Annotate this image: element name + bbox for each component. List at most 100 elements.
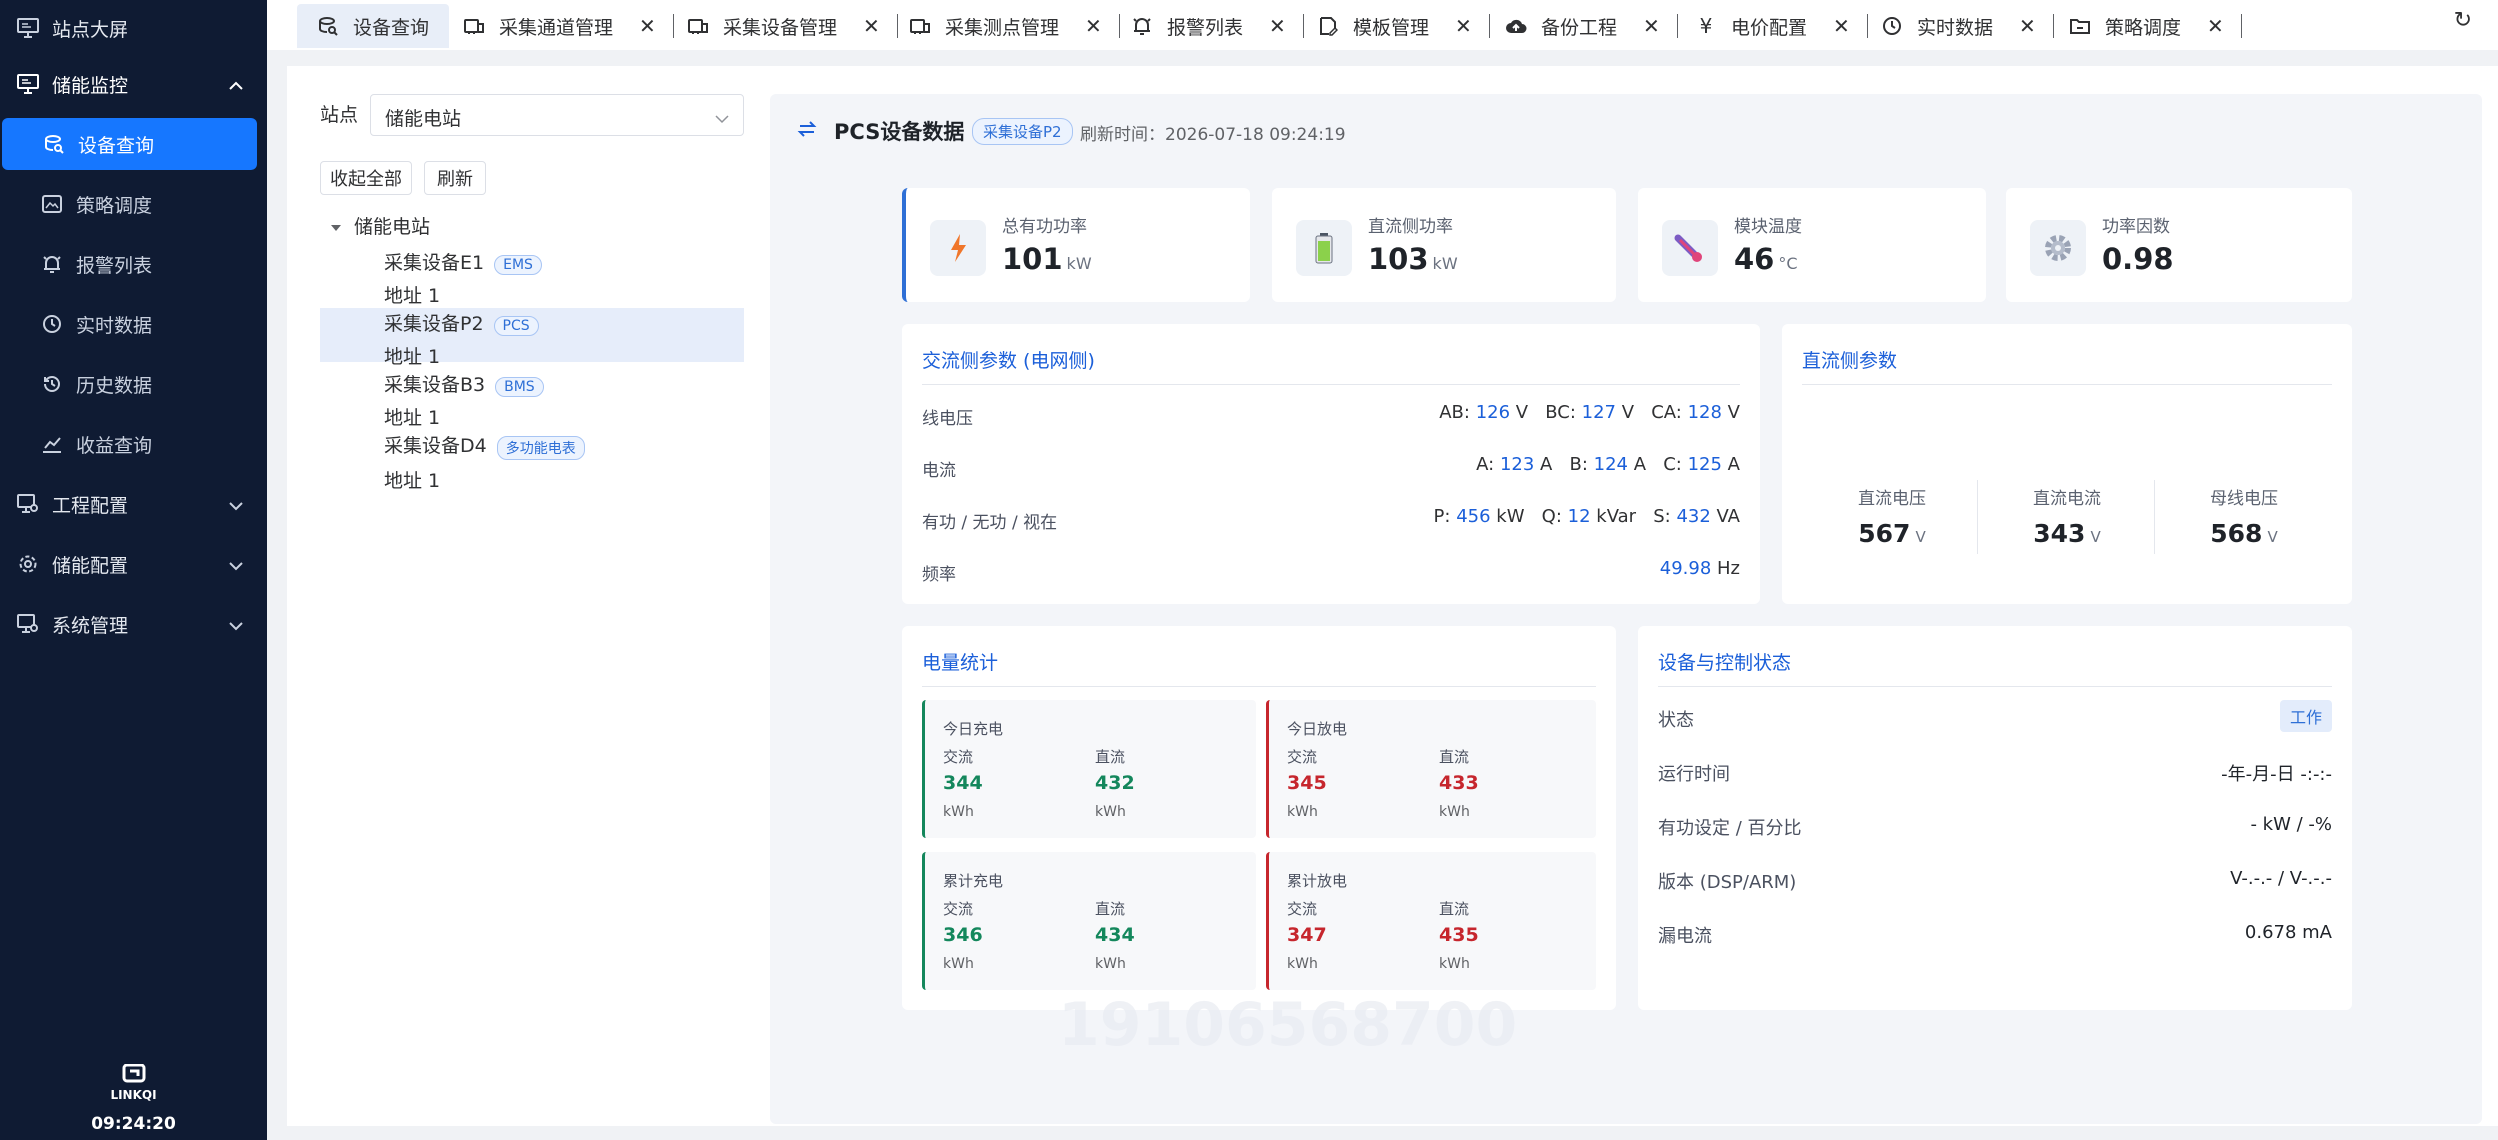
channel-icon — [463, 15, 485, 37]
close-icon[interactable]: ✕ — [1269, 14, 1286, 38]
tab-strategy[interactable]: 策略调度 ✕ — [2069, 4, 2242, 48]
stat-label: 直流侧功率 — [1368, 217, 1453, 237]
sidebar-item-history[interactable]: 历史数据 — [0, 356, 267, 412]
sidebar-item-label: 历史数据 — [76, 374, 153, 397]
section-title: 电量统计 — [922, 652, 999, 674]
tree-device-d4[interactable]: 采集设备D4 多功能电表 地址 1 — [384, 431, 585, 493]
refresh-time: 刷新时间：2026-07-18 09:24:19 — [1080, 125, 1346, 145]
site-label: 站点 — [320, 104, 359, 126]
tab-measure-point-management[interactable]: 采集测点管理 ✕ — [909, 4, 1120, 48]
section-title: 直流侧参数 — [1802, 350, 1898, 372]
watermark: 19106568700 — [1058, 990, 1518, 1060]
sidebar-item-label: 实时数据 — [76, 314, 153, 337]
section-title: 设备与控制状态 — [1658, 652, 1792, 674]
cloud-upload-icon — [1505, 15, 1527, 37]
site-select[interactable]: 储能电站 — [370, 94, 744, 136]
tab-label: 实时数据 — [1917, 16, 1994, 39]
close-icon[interactable]: ✕ — [639, 14, 656, 38]
tab-divider — [1676, 14, 1678, 38]
sidebar-group-project-config[interactable]: 工程配置 — [0, 476, 267, 532]
sidebar-group-system[interactable]: 系统管理 — [0, 596, 267, 652]
gear-icon — [2030, 220, 2086, 276]
site-select-value: 储能电站 — [385, 108, 462, 130]
clock-icon — [1881, 15, 1903, 37]
divider — [1802, 384, 2332, 385]
sidebar-item-revenue[interactable]: 收益查询 — [0, 416, 267, 472]
sidebar-item-strategy[interactable]: 策略调度 — [0, 176, 267, 232]
divider — [2154, 480, 2155, 554]
gear-icon — [16, 552, 40, 576]
status-label: 漏电流 — [1658, 926, 1712, 947]
alarm-icon — [40, 252, 64, 276]
chevron-down-icon — [229, 554, 243, 576]
device-address: 地址 1 — [384, 469, 441, 492]
caret-down-icon[interactable] — [330, 218, 342, 237]
sidebar-item-alarm-list[interactable]: 报警列表 — [0, 236, 267, 292]
stat-label: 功率因数 — [2102, 217, 2170, 237]
tree-device-b3[interactable]: 采集设备B3 BMS 地址 1 — [384, 370, 544, 430]
leakage-current-value: 0.678 mA — [2244, 922, 2332, 943]
sidebar-item-label: 收益查询 — [76, 434, 153, 457]
tab-device-management[interactable]: 采集设备管理 ✕ — [687, 4, 898, 48]
close-icon[interactable]: ✕ — [2207, 14, 2224, 38]
divider — [1658, 686, 2332, 687]
runtime-value: -年-月-日 -:-:- — [2221, 764, 2332, 785]
device-tag: PCS — [493, 315, 539, 336]
status-label: 状态 — [1658, 710, 1694, 731]
tab-device-query[interactable]: 设备查询 — [297, 4, 450, 48]
tab-label: 策略调度 — [2105, 16, 2182, 39]
close-icon[interactable]: ✕ — [1085, 14, 1102, 38]
frequency-value: 49.98 Hz — [1659, 558, 1740, 579]
tab-label: 模板管理 — [1353, 16, 1430, 39]
close-icon[interactable]: ✕ — [1833, 14, 1850, 38]
close-icon[interactable]: ✕ — [1643, 14, 1660, 38]
refresh-icon[interactable]: ↻ — [2454, 8, 2472, 33]
tab-divider — [1302, 14, 1304, 38]
tab-label: 电价配置 — [1731, 16, 1808, 39]
tab-alarm-list[interactable]: 报警列表 ✕ — [1131, 4, 1304, 48]
lightning-icon — [930, 220, 986, 276]
sidebar-group-storage-monitor[interactable]: 储能监控 — [0, 56, 267, 112]
stat-card-power-factor: 功率因数 0.98 — [2006, 188, 2352, 302]
stat-card-active-power: 总有功功率 101 kW — [902, 188, 1250, 302]
tab-label: 采集测点管理 — [945, 16, 1060, 39]
refresh-button[interactable]: 刷新 — [424, 161, 486, 195]
tab-realtime-data[interactable]: 实时数据 ✕ — [1881, 4, 2054, 48]
image-icon — [40, 192, 64, 216]
sidebar-group-storage-config[interactable]: 储能配置 — [0, 536, 267, 592]
close-icon[interactable]: ✕ — [1455, 14, 1472, 38]
device-name: 采集设备P2 — [384, 313, 484, 335]
tab-channel-management[interactable]: 采集通道管理 ✕ — [463, 4, 674, 48]
close-icon[interactable]: ✕ — [2019, 14, 2036, 38]
stat-value: 101 kW — [1002, 242, 1092, 276]
tab-template-management[interactable]: 模板管理 ✕ — [1317, 4, 1490, 48]
close-icon[interactable]: ✕ — [863, 14, 880, 38]
sidebar-item-device-query[interactable]: 设备查询 — [2, 118, 257, 170]
collapse-all-button[interactable]: 收起全部 — [320, 161, 412, 195]
dc-current: 直流电流 343 V — [2033, 489, 2101, 548]
ac-params-card: 交流侧参数 (电网侧) 线电压 AB: 126 V BC: 127 V CA: … — [902, 324, 1760, 604]
tab-backup-project[interactable]: 备份工程 ✕ — [1505, 4, 1678, 48]
status-card: 设备与控制状态 状态 工作 运行时间 -年-月-日 -:-:- 有功设定 / 百… — [1638, 626, 2352, 1010]
tree-device-e1[interactable]: 采集设备E1 EMS 地址 1 — [384, 248, 542, 308]
monitor-icon — [16, 72, 40, 96]
stat-value: 103 kW — [1368, 242, 1458, 276]
energy-today-discharge: 今日放电 交流 直流 345 433 kWh kWh — [1266, 700, 1596, 838]
logo-icon — [122, 1063, 145, 1083]
tab-price-config[interactable]: ¥ 电价配置 ✕ — [1695, 4, 1868, 48]
sidebar-item-label: 站点大屏 — [52, 18, 129, 41]
status-badge: 工作 — [2279, 700, 2332, 732]
sidebar-item-site-screen[interactable]: 站点大屏 — [0, 0, 267, 56]
status-label: 有功设定 / 百分比 — [1658, 818, 1802, 839]
tab-divider — [1118, 14, 1120, 38]
tree-device-p2[interactable]: 采集设备P2 PCS 地址 1 — [384, 309, 539, 369]
tree-root[interactable]: 储能电站 — [354, 212, 430, 239]
measure-point-icon — [909, 15, 931, 37]
sidebar-item-realtime[interactable]: 实时数据 — [0, 296, 267, 352]
status-label: 运行时间 — [1658, 764, 1730, 785]
device-query-icon — [42, 132, 66, 156]
sidebar-item-label: 储能监控 — [52, 74, 129, 97]
dc-voltage: 直流电压 567 V — [1858, 489, 1926, 548]
chevron-down-icon — [229, 614, 243, 636]
energy-total-charge: 累计充电 交流 直流 346 434 kWh kWh — [922, 852, 1256, 990]
